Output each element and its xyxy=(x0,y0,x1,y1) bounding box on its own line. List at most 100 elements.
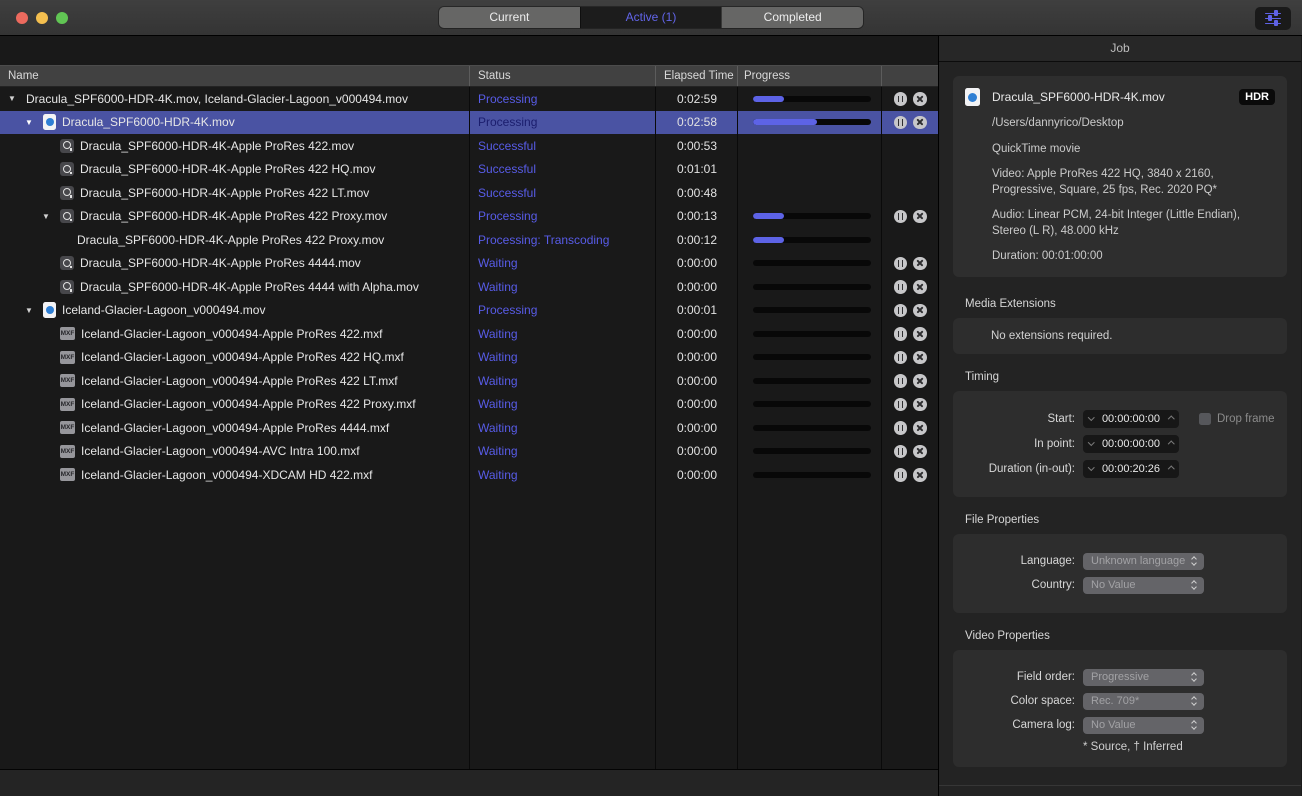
row-status: Processing xyxy=(478,115,538,130)
source-audio-info: Audio: Linear PCM, 24-bit Integer (Littl… xyxy=(992,209,1241,237)
mxf-file-icon: MXF xyxy=(60,350,75,364)
pause-button[interactable] xyxy=(893,280,907,294)
disclosure-triangle-icon[interactable]: ▼ xyxy=(25,118,43,127)
cancel-button[interactable] xyxy=(913,397,927,411)
video-properties-header[interactable]: Video Properties xyxy=(965,630,1301,642)
pause-button[interactable] xyxy=(893,256,907,270)
row-progress-cell xyxy=(738,236,882,243)
pause-button[interactable] xyxy=(893,92,907,106)
popup-arrows-icon xyxy=(1191,671,1199,683)
disclosure-triangle-icon[interactable]: ▼ xyxy=(25,306,43,315)
mxf-file-icon: MXF xyxy=(60,397,75,411)
stepper-decrement-icon[interactable] xyxy=(1088,438,1095,446)
column-header-progress[interactable]: Progress xyxy=(738,66,882,86)
row-status: Waiting xyxy=(478,444,518,459)
stepper-increment-icon[interactable] xyxy=(1167,415,1174,423)
timing-label: In point: xyxy=(1034,437,1075,450)
row-elapsed: 0:00:00 xyxy=(676,444,718,459)
timing-header[interactable]: Timing xyxy=(965,371,1301,383)
pause-button[interactable] xyxy=(893,397,907,411)
property-popup[interactable]: Rec. 709* xyxy=(1083,692,1204,710)
title-bar: Current Active (1) Completed xyxy=(0,0,1302,36)
inspector-section-projection-properties[interactable]: Projection Properties xyxy=(939,784,1301,796)
cancel-button[interactable] xyxy=(913,303,927,317)
stepper-increment-icon[interactable] xyxy=(1167,440,1174,448)
cancel-button[interactable] xyxy=(913,280,927,294)
column-header-name[interactable]: Name xyxy=(0,66,470,86)
popup-value: No Value xyxy=(1091,719,1136,732)
batch-view-tab-completed[interactable]: Completed xyxy=(721,7,863,28)
batch-view-tab-active[interactable]: Active (1) xyxy=(579,7,722,28)
cancel-button[interactable] xyxy=(913,421,927,435)
row-elapsed: 0:01:01 xyxy=(676,162,718,177)
popup-arrows-icon xyxy=(1191,555,1199,567)
property-popup[interactable]: Progressive xyxy=(1083,668,1204,686)
cancel-button[interactable] xyxy=(913,115,927,129)
media-extensions-header[interactable]: Media Extensions xyxy=(965,298,1301,310)
movie-file-icon xyxy=(43,114,56,131)
pause-button[interactable] xyxy=(893,115,907,129)
row-elapsed: 0:00:00 xyxy=(676,397,718,412)
cancel-button[interactable] xyxy=(913,468,927,482)
row-status: Processing: Transcoding xyxy=(478,232,610,247)
minimize-window-icon[interactable] xyxy=(36,12,48,24)
setting-file-icon xyxy=(60,162,74,177)
stepper-decrement-icon[interactable] xyxy=(1088,413,1095,421)
row-status: Processing xyxy=(478,91,538,106)
cancel-button[interactable] xyxy=(913,256,927,270)
progress-bar xyxy=(753,377,871,384)
property-popup[interactable]: No Value xyxy=(1083,716,1204,734)
mxf-file-icon: MXF xyxy=(60,374,75,388)
row-elapsed: 0:00:00 xyxy=(676,350,718,365)
row-name-cell: ▼ Iceland-Glacier-Lagoon_v000494.mov xyxy=(0,302,470,319)
stepper-decrement-icon[interactable] xyxy=(1088,463,1095,471)
cancel-button[interactable] xyxy=(913,374,927,388)
row-elapsed: 0:00:00 xyxy=(676,256,718,271)
close-window-icon[interactable] xyxy=(16,12,28,24)
pause-button[interactable] xyxy=(893,468,907,482)
row-progress-cell xyxy=(738,377,882,384)
row-status: Waiting xyxy=(478,326,518,341)
disclosure-triangle-icon[interactable]: ▼ xyxy=(8,94,26,103)
checkbox-icon xyxy=(1199,412,1211,425)
pause-button[interactable] xyxy=(893,350,907,364)
property-popup[interactable]: Unknown language xyxy=(1083,552,1204,570)
column-header-elapsed-time[interactable]: Elapsed Time xyxy=(656,66,738,86)
cancel-button[interactable] xyxy=(913,350,927,364)
timing-row: In point: 00:00:00:00 xyxy=(965,434,1275,453)
progress-bar xyxy=(753,260,871,267)
mxf-file-icon: MXF xyxy=(60,444,75,458)
pause-button[interactable] xyxy=(893,444,907,458)
column-header-status[interactable]: Status xyxy=(470,66,656,86)
pause-button[interactable] xyxy=(893,303,907,317)
timecode-stepper[interactable]: 00:00:00:00 xyxy=(1083,434,1179,453)
column-divider xyxy=(469,87,470,769)
stepper-increment-icon[interactable] xyxy=(1167,465,1174,473)
disclosure-triangle-icon[interactable]: ▼ xyxy=(42,212,60,221)
row-actions xyxy=(882,256,938,270)
cancel-button[interactable] xyxy=(913,92,927,106)
column-divider xyxy=(881,87,882,769)
timecode-stepper[interactable]: 00:00:00:00 xyxy=(1083,409,1179,428)
row-elapsed: 0:00:00 xyxy=(676,467,718,482)
cancel-button[interactable] xyxy=(913,327,927,341)
pause-button[interactable] xyxy=(893,209,907,223)
property-popup[interactable]: No Value xyxy=(1083,576,1204,594)
property-label: Language: xyxy=(1020,555,1075,568)
row-name-cell: ▼ MXF Iceland-Glacier-Lagoon_v000494-App… xyxy=(0,374,470,388)
batch-view-tab-current[interactable]: Current xyxy=(439,7,580,28)
inspector-title: Job xyxy=(939,36,1301,62)
drop-frame-checkbox[interactable]: Drop frame xyxy=(1199,412,1275,425)
zoom-window-icon[interactable] xyxy=(56,12,68,24)
setting-file-icon xyxy=(60,138,74,153)
cancel-button[interactable] xyxy=(913,209,927,223)
pause-button[interactable] xyxy=(893,327,907,341)
pause-button[interactable] xyxy=(893,374,907,388)
sliders-icon xyxy=(1265,10,1281,26)
timecode-stepper[interactable]: 00:00:20:26 xyxy=(1083,459,1179,478)
row-name: Dracula_SPF6000-HDR-4K.mov, Iceland-Glac… xyxy=(26,91,408,106)
pause-button[interactable] xyxy=(893,421,907,435)
file-properties-header[interactable]: File Properties xyxy=(965,514,1301,526)
cancel-button[interactable] xyxy=(913,444,927,458)
filter-settings-button[interactable] xyxy=(1255,7,1291,30)
